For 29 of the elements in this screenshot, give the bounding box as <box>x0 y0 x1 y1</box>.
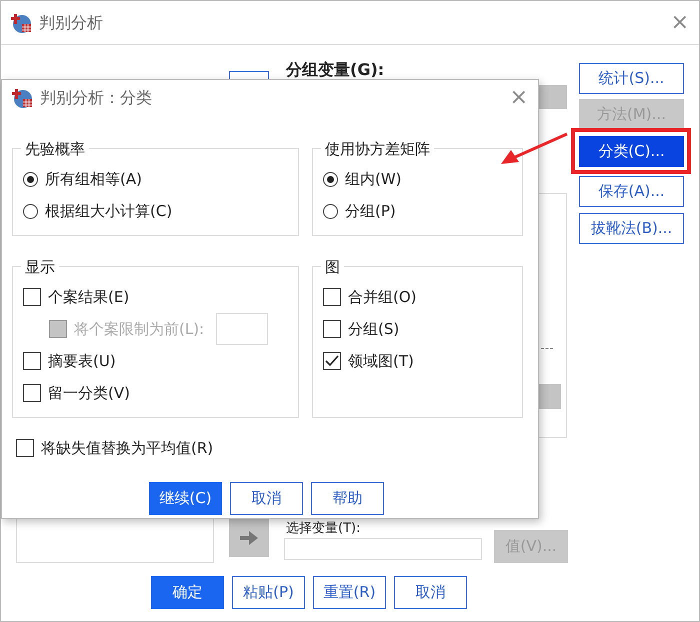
dialog-button[interactable]: 统计(S)... <box>579 63 684 94</box>
dialog-button[interactable]: 取消 <box>230 482 303 515</box>
dialog-button[interactable]: 分类(C)... <box>579 136 684 167</box>
dialog-button[interactable]: 取消 <box>394 576 467 609</box>
radio-option[interactable]: 根据组大小计算(C) <box>23 195 288 227</box>
radio-option[interactable]: 组内(W) <box>323 163 512 195</box>
checkbox-option[interactable]: 分组(S) <box>323 313 512 345</box>
radio-option[interactable]: 分组(P) <box>323 195 512 227</box>
close-icon[interactable]: × <box>510 87 528 109</box>
checkbox-option[interactable]: 摘要表(U) <box>23 345 288 377</box>
dialog-button[interactable]: 重置(R) <box>313 576 386 609</box>
dialog-button[interactable]: 继续(C) <box>149 482 222 515</box>
checkbox-option[interactable]: 留一分类(V) <box>23 377 288 409</box>
checkbox-option[interactable]: 合并组(O) <box>323 281 512 313</box>
checkbox-option[interactable]: 领域图(T) <box>323 345 512 377</box>
field-label: 分组变量(G): <box>286 59 384 81</box>
checkbox-option: 将个案限制为前(L): <box>23 313 204 345</box>
field-label: 选择变量(T): <box>286 522 360 536</box>
window-title: 判别分析 <box>39 12 103 34</box>
dialog-button[interactable]: 保存(A)... <box>579 176 684 207</box>
close-icon[interactable]: × <box>670 12 689 34</box>
dialog-button[interactable]: 拔靴法(B)... <box>579 213 684 244</box>
radio-option[interactable]: 所有组相等(A) <box>23 163 288 195</box>
dialog-title: 判别分析：分类 <box>40 87 152 109</box>
dialog-button[interactable]: 粘贴(P) <box>232 576 305 609</box>
dialog-button[interactable]: 确定 <box>151 576 224 609</box>
checkbox-option[interactable]: 将缺失值替换为平均值(R) <box>12 432 521 464</box>
checkbox-option[interactable]: 个案结果(E) <box>23 281 288 313</box>
dialog-button[interactable]: 帮助 <box>311 482 384 515</box>
